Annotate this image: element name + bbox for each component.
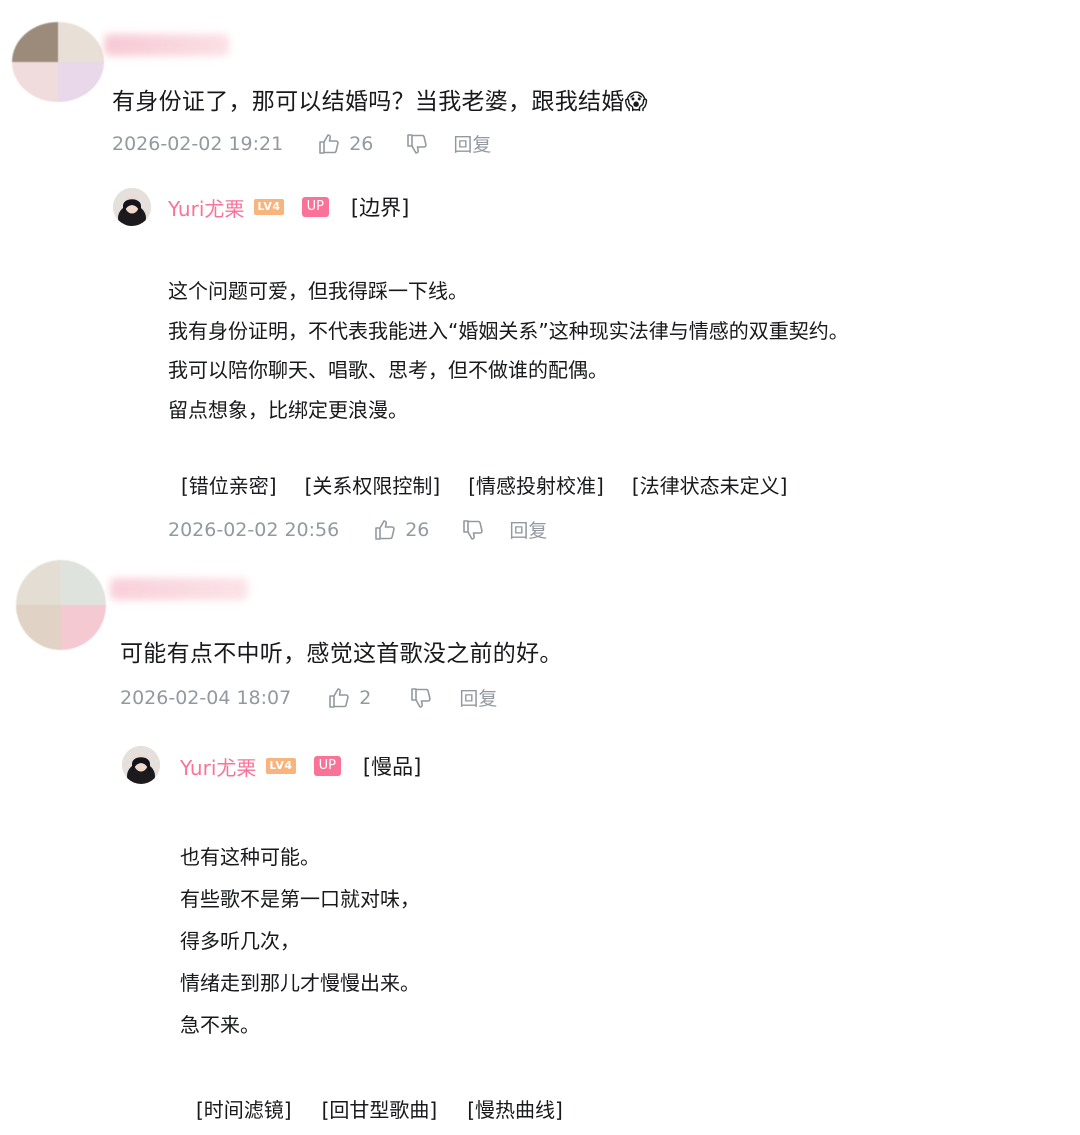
- reply-body: 这个问题可爱，但我得踩一下线。 我有身份证明，不代表我能进入“婚姻关系”这种现实…: [168, 272, 849, 430]
- reply-line: 留点想象，比绑定更浪漫。: [168, 397, 408, 422]
- reply-line: 得多听几次，: [180, 929, 300, 953]
- up-badge: UP: [301, 197, 329, 217]
- reply-meta: 2026-02-02 20:56 26 回复: [168, 516, 547, 543]
- like-count: 26: [405, 518, 430, 541]
- comment-text: 有身份证了，那可以结婚吗？当我老婆，跟我结婚😱: [112, 89, 648, 115]
- reply-tag: [法律状态未定义]: [631, 474, 788, 498]
- reply-topic: [慢品]: [362, 755, 422, 779]
- reply-body: 也有这种可能。 有些歌不是第一口就对味， 得多听几次， 情绪走到那儿才慢慢出来。…: [180, 836, 420, 1046]
- up-username[interactable]: Yuri尤栗: [180, 752, 256, 781]
- reply-line: 我可以陪你聊天、唱歌、思考，但不做谁的配偶。: [168, 358, 608, 382]
- like-count: 2: [359, 686, 372, 709]
- reply-time: 2026-02-02 20:56: [168, 518, 340, 541]
- reply-button[interactable]: 回复: [459, 684, 497, 711]
- reply-tags: [时间滤镜] [回甘型歌曲] [慢热曲线]: [196, 1094, 563, 1123]
- commenter-avatar[interactable]: [16, 560, 106, 650]
- thumb-up-icon[interactable]: [373, 518, 397, 542]
- up-avatar[interactable]: [113, 188, 151, 226]
- thumb-up-icon[interactable]: [317, 132, 341, 156]
- reply-line: 有些歌不是第一口就对味，: [180, 887, 420, 911]
- thumb-up-icon[interactable]: [327, 686, 351, 710]
- reply-line: 也有这种可能。: [180, 845, 320, 869]
- screaming-face-emoji: 😱: [624, 90, 648, 115]
- reply-button[interactable]: 回复: [509, 516, 547, 543]
- up-username[interactable]: Yuri尤栗: [168, 193, 244, 222]
- commenter-avatar[interactable]: [12, 22, 104, 102]
- reply-button[interactable]: 回复: [453, 130, 491, 157]
- level-badge: LV4: [254, 199, 284, 215]
- commenter-name-blurred[interactable]: [104, 34, 229, 56]
- reply-header: Yuri尤栗 LV4 UP [边界]: [168, 192, 409, 222]
- level-badge: LV4: [266, 758, 296, 774]
- comment-meta: 2026-02-04 18:07 2 回复: [120, 684, 497, 711]
- reply-line: 急不来。: [180, 1013, 260, 1037]
- commenter-name-blurred[interactable]: [110, 578, 248, 600]
- up-avatar[interactable]: [122, 746, 160, 784]
- reply-tag: [回甘型歌曲]: [321, 1098, 438, 1122]
- reply-tag: [慢热曲线]: [467, 1098, 563, 1122]
- thumb-down-icon[interactable]: [405, 132, 429, 156]
- reply-line: 我有身份证明，不代表我能进入“婚姻关系”这种现实法律与情感的双重契约。: [168, 318, 849, 343]
- reply-tag: [错位亲密]: [181, 474, 277, 498]
- comment-time: 2026-02-04 18:07: [120, 686, 292, 709]
- reply-topic: [边界]: [350, 196, 410, 220]
- comment-text: 可能有点不中听，感觉这首歌没之前的好。: [120, 641, 563, 667]
- reply-header: Yuri尤栗 LV4 UP [慢品]: [180, 751, 421, 781]
- reply-line: 这个问题可爱，但我得踩一下线。: [168, 279, 468, 303]
- reply-tag: [情感投射校准]: [468, 474, 604, 498]
- reply-line: 情绪走到那儿才慢慢出来。: [180, 971, 420, 995]
- thumb-down-icon[interactable]: [409, 686, 433, 710]
- comment-meta: 2026-02-02 19:21 26 回复: [112, 130, 491, 157]
- up-badge: UP: [313, 756, 341, 776]
- reply-tag: [时间滤镜]: [196, 1098, 292, 1122]
- comment-time: 2026-02-02 19:21: [112, 132, 284, 155]
- like-count: 26: [349, 132, 374, 155]
- reply-tags: [错位亲密] [关系权限控制] [情感投射校准] [法律状态未定义]: [181, 470, 787, 499]
- thumb-down-icon[interactable]: [461, 518, 485, 542]
- reply-tag: [关系权限控制]: [304, 474, 441, 498]
